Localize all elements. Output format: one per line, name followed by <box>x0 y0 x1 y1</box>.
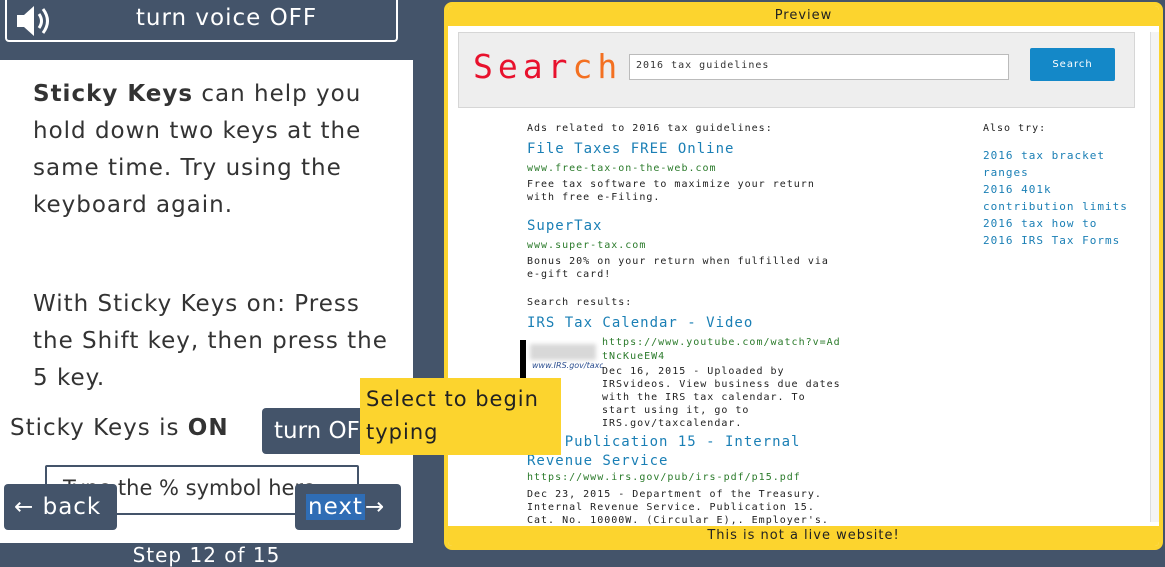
logo-letter: e <box>497 47 523 86</box>
voice-toggle-button[interactable]: turn voice OFF <box>5 0 398 42</box>
preview-frame: Preview Search! 2016 tax guidelines Sear… <box>444 2 1163 550</box>
instruction-text: Sticky Keys can help you hold down two k… <box>33 76 393 224</box>
also-try-link[interactable]: 2016 tax bracket ranges <box>983 147 1138 181</box>
also-try-list: 2016 tax bracket ranges 2016 401k contri… <box>983 147 1138 249</box>
also-try-link[interactable]: 2016 tax how to <box>983 215 1138 232</box>
ads-heading: Ads related to 2016 tax guidelines: <box>527 123 773 134</box>
ad-url: www.super-tax.com <box>527 240 647 251</box>
search-input[interactable]: 2016 tax guidelines <box>629 54 1009 80</box>
next-label: next <box>306 494 365 520</box>
also-try-link[interactable]: 2016 401k contribution limits <box>983 181 1138 215</box>
logo-letter: h <box>597 47 623 86</box>
also-try-heading: Also try: <box>983 123 1047 134</box>
thumbnail-caption: www.IRS.gov/taxcal <box>532 361 603 370</box>
ad-description: Free tax software to maximize your retur… <box>527 179 815 203</box>
search-header: Search! 2016 tax guidelines Search <box>458 32 1135 108</box>
result-title[interactable]: IRS Publication 15 - Internal Revenue Se… <box>527 433 807 471</box>
result-url: https://www.irs.gov/pub/irs-pdf/p15.pdf <box>527 472 801 483</box>
ad-title[interactable]: File Taxes FREE Online <box>527 141 734 157</box>
ad-description: Bonus 20% on your return when fulfilled … <box>527 256 829 280</box>
preview-title: Preview <box>448 6 1159 26</box>
typing-tooltip: Select to begin typing <box>360 378 561 455</box>
results-heading: Search results: <box>527 297 633 308</box>
search-button[interactable]: Search <box>1030 48 1115 81</box>
lesson-content: Sticky Keys can help you hold down two k… <box>0 60 413 543</box>
result-description: Dec 16, 2015 - Uploaded by IRSvideos. Vi… <box>602 366 841 429</box>
sticky-keys-term: Sticky Keys <box>33 81 194 107</box>
instruction-steps: With Sticky Keys on: Press the Shift key… <box>33 291 388 391</box>
logo-letter: a <box>522 47 548 86</box>
also-try-link[interactable]: 2016 IRS Tax Forms <box>983 232 1138 249</box>
search-logo: Search! <box>473 47 647 86</box>
arrow-left-icon: ← <box>14 494 35 520</box>
result-title[interactable]: IRS Tax Calendar - Video <box>527 315 753 331</box>
result-url: https://www.youtube.com/watch?v=AdtNcKue… <box>602 337 841 362</box>
ad-title[interactable]: SuperTax <box>527 218 602 234</box>
logo-letter: c <box>572 47 598 86</box>
back-button[interactable]: ← back <box>4 484 117 530</box>
status-prefix: Sticky Keys is <box>10 415 188 441</box>
sticky-keys-status: Sticky Keys is ON <box>10 415 229 441</box>
arrow-right-icon: → <box>364 494 386 520</box>
step-counter: Step 12 of 15 <box>132 543 281 567</box>
preview-footer: This is not a live website! <box>448 526 1159 546</box>
next-button[interactable]: next→ <box>295 484 401 530</box>
back-label: back <box>42 494 102 520</box>
preview-panel: Preview Search! 2016 tax guidelines Sear… <box>427 0 1165 567</box>
logo-letter: r <box>547 47 573 86</box>
preview-scrollbar[interactable] <box>1150 32 1159 522</box>
ad-url: www.free-tax-on-the-web.com <box>527 163 717 174</box>
lesson-panel: turn voice OFF Sticky Keys can help you … <box>0 0 413 567</box>
voice-toggle-label: turn voice OFF <box>135 5 318 31</box>
status-value: ON <box>187 415 229 441</box>
logo-letter: S <box>473 47 498 86</box>
